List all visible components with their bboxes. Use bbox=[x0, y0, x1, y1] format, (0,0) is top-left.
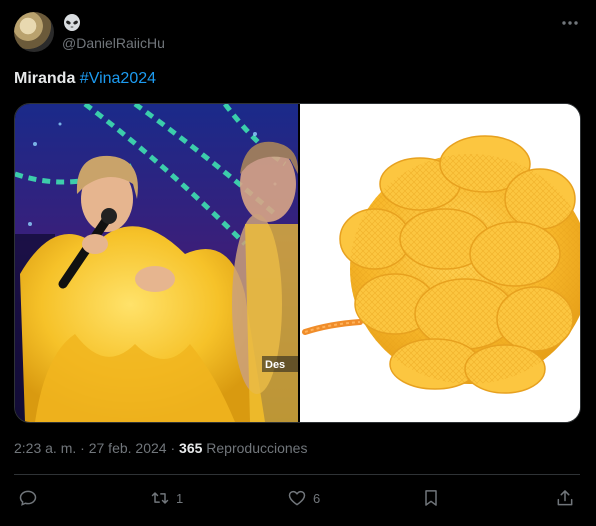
photo-left[interactable]: Des bbox=[15, 104, 298, 422]
like-count: 6 bbox=[313, 490, 321, 506]
views-count: 365 bbox=[179, 440, 203, 456]
photo-right[interactable] bbox=[300, 104, 580, 422]
tweet-name-text: Miranda bbox=[14, 70, 76, 87]
photo-left-caption: Des bbox=[265, 359, 285, 371]
retweet-button[interactable]: 1 bbox=[150, 486, 183, 510]
bookmark-icon bbox=[425, 490, 437, 506]
reply-icon bbox=[19, 490, 37, 506]
bookmark-button[interactable] bbox=[421, 486, 441, 510]
retweet-icon bbox=[151, 492, 169, 504]
hashtag-link[interactable]: #Vina2024 bbox=[80, 70, 156, 87]
divider bbox=[14, 474, 580, 475]
avatar[interactable] bbox=[14, 12, 54, 52]
tweet-meta: 2:23 a. m. · 27 feb. 2024 · 365 Reproduc… bbox=[14, 440, 307, 456]
reply-button[interactable] bbox=[18, 486, 44, 510]
meta-separator: · bbox=[166, 440, 180, 456]
meta-separator: · bbox=[76, 440, 89, 456]
tweet-date[interactable]: 27 feb. 2024 bbox=[89, 440, 167, 456]
like-button[interactable]: 6 bbox=[287, 486, 320, 510]
more-options-icon[interactable] bbox=[560, 14, 580, 32]
share-icon bbox=[557, 490, 573, 506]
share-button[interactable] bbox=[555, 486, 575, 510]
author-badge bbox=[62, 14, 82, 32]
views-label: Reproducciones bbox=[202, 440, 308, 456]
heart-icon bbox=[288, 490, 306, 506]
author-handle[interactable]: @DanielRaiicHu bbox=[62, 35, 165, 51]
retweet-count: 1 bbox=[176, 490, 184, 506]
alien-icon bbox=[64, 14, 80, 31]
tweet-text: Miranda #Vina2024 bbox=[14, 70, 156, 88]
tweet-time[interactable]: 2:23 a. m. bbox=[14, 440, 76, 456]
tweet-media[interactable]: Des bbox=[14, 103, 581, 423]
